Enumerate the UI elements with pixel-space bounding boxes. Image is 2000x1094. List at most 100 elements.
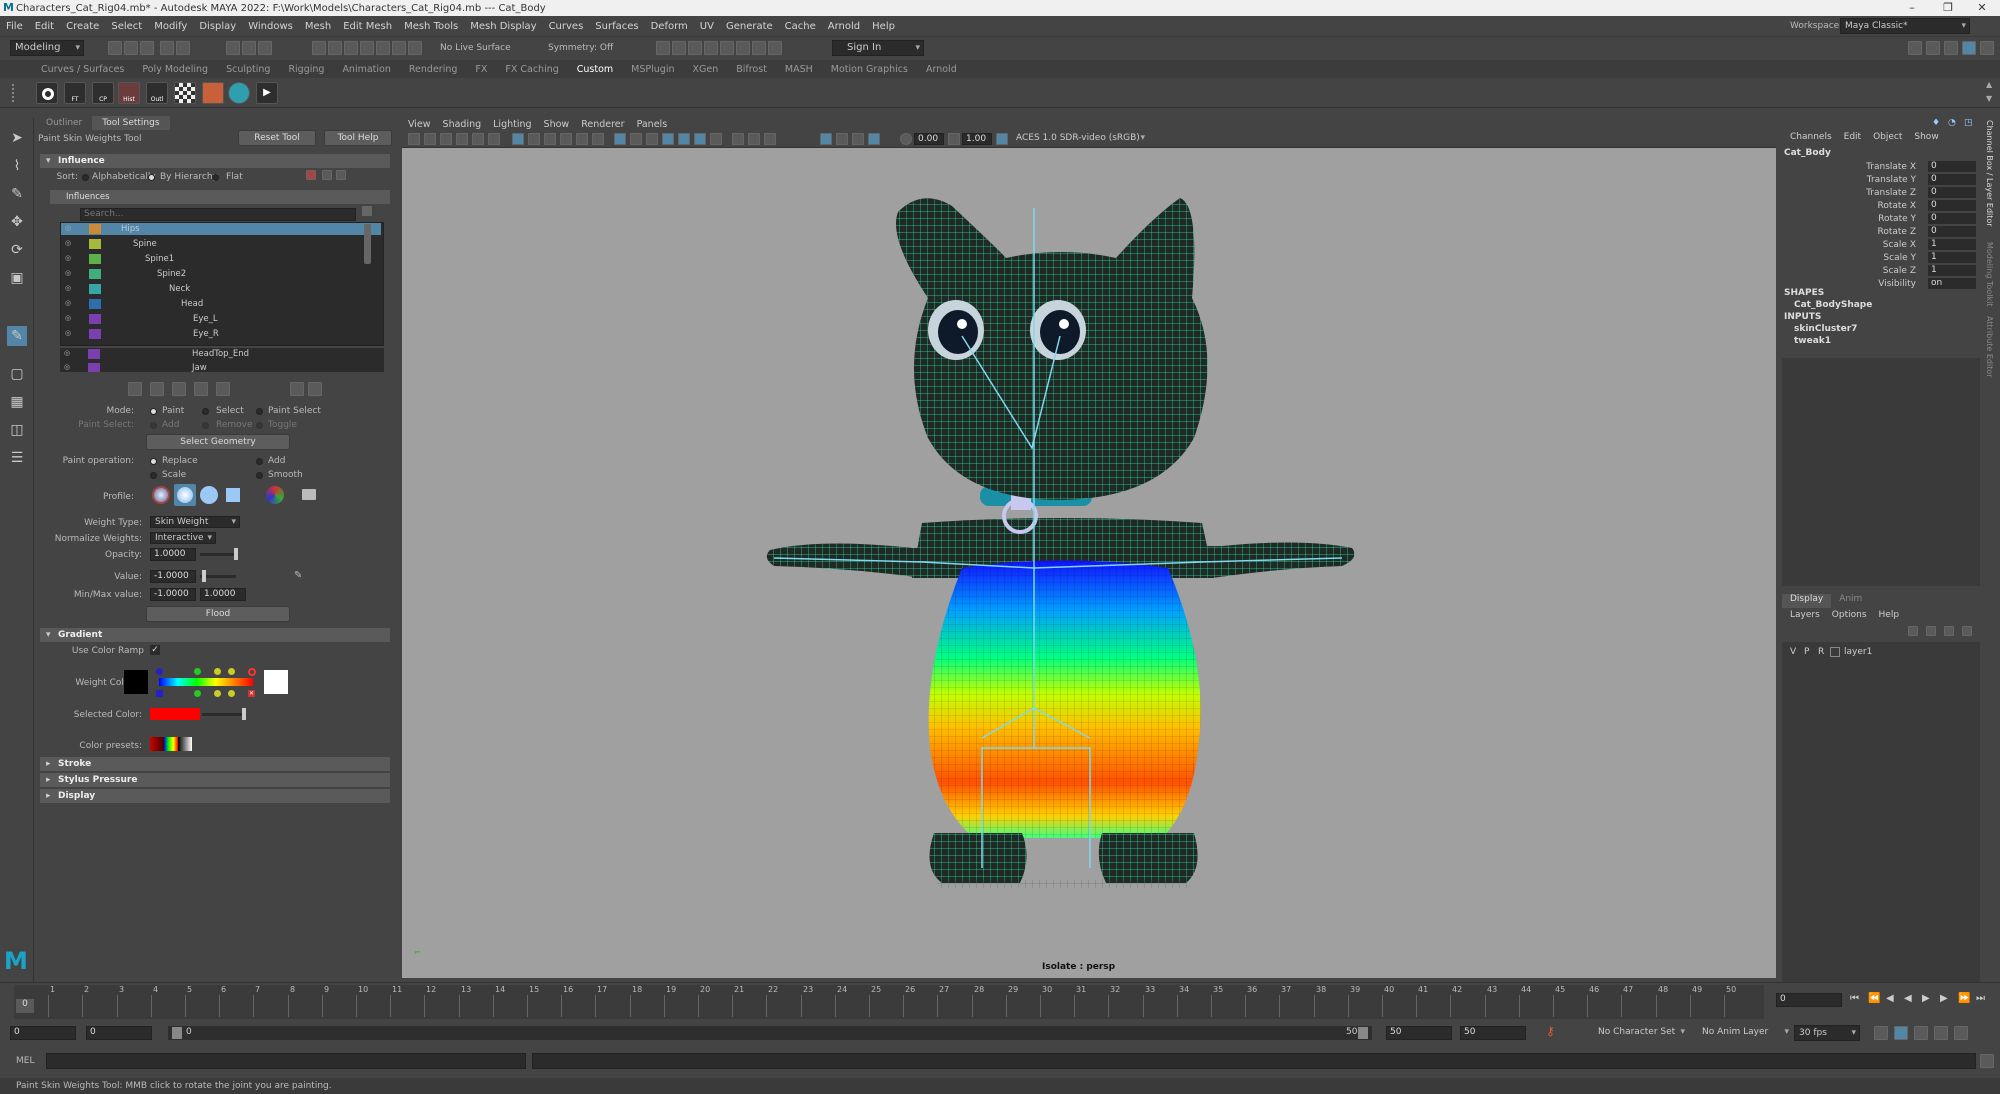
flood-button[interactable]: Flood	[146, 606, 290, 622]
opacity-field[interactable]: 1.0000	[150, 548, 196, 561]
min-value-field[interactable]: -1.0000	[150, 588, 196, 601]
side-tab-attribute-editor[interactable]: Attribute Editor	[1985, 316, 1994, 378]
gamma-field[interactable]: 1.00	[962, 133, 992, 145]
animation-end-field[interactable]: 50	[1460, 1026, 1526, 1040]
layer-color-icon[interactable]	[1830, 647, 1840, 657]
layer-name[interactable]: layer1	[1844, 647, 1872, 657]
selected-color-slider[interactable]	[202, 713, 242, 716]
cache-playback-icon[interactable]	[1894, 1026, 1908, 1040]
shelf-scroll-up-icon[interactable]: ▲	[1986, 80, 1992, 89]
field-chart-icon[interactable]	[576, 133, 588, 145]
tool-settings-toggle-icon[interactable]	[1944, 41, 1958, 55]
use-default-material-icon[interactable]	[646, 133, 658, 145]
influence-tree-icon[interactable]	[336, 170, 346, 180]
step-forward-key-icon[interactable]: ⏩	[1958, 993, 1970, 1004]
channel-row[interactable]: Rotate Z 0	[1782, 226, 1980, 238]
tab-outliner[interactable]: Outliner	[36, 116, 92, 130]
shelf-tab-custom[interactable]: Custom	[568, 64, 622, 75]
stylus-pressure-section-header[interactable]: Stylus Pressure	[40, 773, 390, 787]
ramp-marker[interactable]	[214, 690, 221, 697]
arnold-render-icon[interactable]	[752, 41, 766, 55]
menu-uv[interactable]: UV	[694, 21, 720, 32]
color-preset-1-swatch[interactable]	[150, 737, 164, 751]
render-sequence-icon[interactable]	[672, 41, 686, 55]
new-layer-icon[interactable]	[1944, 626, 1954, 636]
menu-display[interactable]: Display	[193, 21, 242, 32]
xray-icon[interactable]	[836, 133, 848, 145]
profile-square-icon[interactable]	[226, 488, 240, 502]
normalize-weights-dropdown[interactable]: Interactive	[150, 532, 216, 544]
single-perspective-view-icon[interactable]: ▢	[7, 364, 27, 384]
menu-generate[interactable]: Generate	[720, 21, 779, 32]
new-scene-icon[interactable]	[108, 41, 122, 55]
lock-icon[interactable]: ◎	[65, 255, 75, 262]
lock-icon[interactable]: ◎	[65, 330, 75, 337]
channel-value-field[interactable]: 0	[1928, 161, 1976, 172]
arnold-pause-icon[interactable]	[768, 41, 782, 55]
command-input[interactable]	[46, 1053, 526, 1069]
smooth-shade-icon[interactable]	[630, 133, 642, 145]
resolution-gate-icon[interactable]	[544, 133, 556, 145]
loop-icon[interactable]	[1874, 1026, 1888, 1040]
close-button[interactable]: ✕	[1964, 0, 2000, 16]
object-name[interactable]: Cat_Body	[1784, 148, 1831, 158]
bookmark-icon[interactable]	[440, 133, 452, 145]
sort-alphabetically-radio[interactable]	[82, 174, 89, 181]
scale-tool-icon[interactable]: ▣	[7, 268, 27, 288]
paint-op-add-radio[interactable]	[256, 458, 263, 465]
lock-icon[interactable]: ◎	[65, 270, 75, 277]
sign-in-dropdown[interactable]: Sign In	[832, 40, 924, 56]
value-slider-handle[interactable]	[202, 570, 206, 582]
input-node[interactable]: tweak1	[1794, 336, 1831, 346]
channel-box-menu-channels[interactable]: Channels	[1784, 132, 1838, 146]
viewport-menu-show[interactable]: Show	[538, 119, 576, 130]
select-hierarchy-icon[interactable]	[226, 41, 240, 55]
selected-color-slider-handle[interactable]	[242, 708, 246, 720]
shelf-menu-icon[interactable]	[12, 84, 20, 102]
outliner-icon[interactable]: Outl	[146, 82, 168, 104]
viewport-menu-lighting[interactable]: Lighting	[487, 119, 537, 130]
center-pivot-icon[interactable]: CP	[92, 82, 114, 104]
persp-outliner-icon[interactable]: ◫	[7, 420, 27, 440]
viewport-menu-view[interactable]: View	[402, 119, 437, 130]
sort-list-icon[interactable]	[290, 382, 304, 396]
opacity-slider-track[interactable]	[200, 553, 236, 556]
shelf-tab-msplugin[interactable]: MSPlugin	[622, 64, 683, 75]
playback-start-field[interactable]: 0	[86, 1026, 152, 1040]
ramp-marker[interactable]	[228, 668, 235, 675]
menu-help[interactable]: Help	[866, 21, 901, 32]
influence-list-scrollbar[interactable]	[364, 224, 371, 264]
viewport-menu-renderer[interactable]: Renderer	[575, 119, 630, 130]
motion-blur-icon[interactable]	[748, 133, 760, 145]
opacity-slider-handle[interactable]	[234, 548, 238, 560]
color-preset-2-swatch[interactable]	[164, 737, 178, 751]
cat-model[interactable]	[402, 148, 1776, 978]
profile-soft-icon[interactable]	[174, 484, 196, 506]
save-scene-icon[interactable]	[140, 41, 154, 55]
menu-surfaces[interactable]: Surfaces	[589, 21, 644, 32]
influence-row[interactable]: ◎ Spine	[61, 238, 381, 250]
script-editor-icon[interactable]	[1980, 1054, 1994, 1068]
shelf-tab-sculpting[interactable]: Sculpting	[217, 64, 279, 75]
shelf-tab-poly-modeling[interactable]: Poly Modeling	[133, 64, 217, 75]
viewport-menu-panels[interactable]: Panels	[631, 119, 674, 130]
shelf-tab-fx-caching[interactable]: FX Caching	[496, 64, 567, 75]
menu-curves[interactable]: Curves	[543, 21, 590, 32]
reset-tool-button[interactable]: Reset Tool	[238, 130, 316, 146]
auto-key-icon[interactable]: ⚷	[1546, 1024, 1558, 1040]
grease-pencil-icon[interactable]	[488, 133, 500, 145]
channel-box-toggle-icon[interactable]	[1962, 41, 1976, 55]
layer-menu-options[interactable]: Options	[1826, 610, 1873, 624]
move-weights-icon[interactable]	[194, 382, 208, 396]
xray-joints-icon[interactable]	[868, 133, 880, 145]
snap-view-icon[interactable]	[360, 41, 374, 55]
animation-start-field[interactable]: 0	[10, 1026, 76, 1040]
hypershade-icon[interactable]	[720, 41, 734, 55]
menu-mesh-tools[interactable]: Mesh Tools	[398, 21, 464, 32]
menu-create[interactable]: Create	[60, 21, 105, 32]
select-component-icon[interactable]	[258, 41, 272, 55]
exposure-field[interactable]: 0.00	[914, 133, 944, 145]
paint-select-tool-icon[interactable]: ✎	[7, 184, 27, 204]
channel-value-field[interactable]: 0	[1928, 187, 1976, 198]
color-space-dropdown[interactable]: ACES 1.0 SDR-video (sRGB)	[1012, 132, 1148, 146]
